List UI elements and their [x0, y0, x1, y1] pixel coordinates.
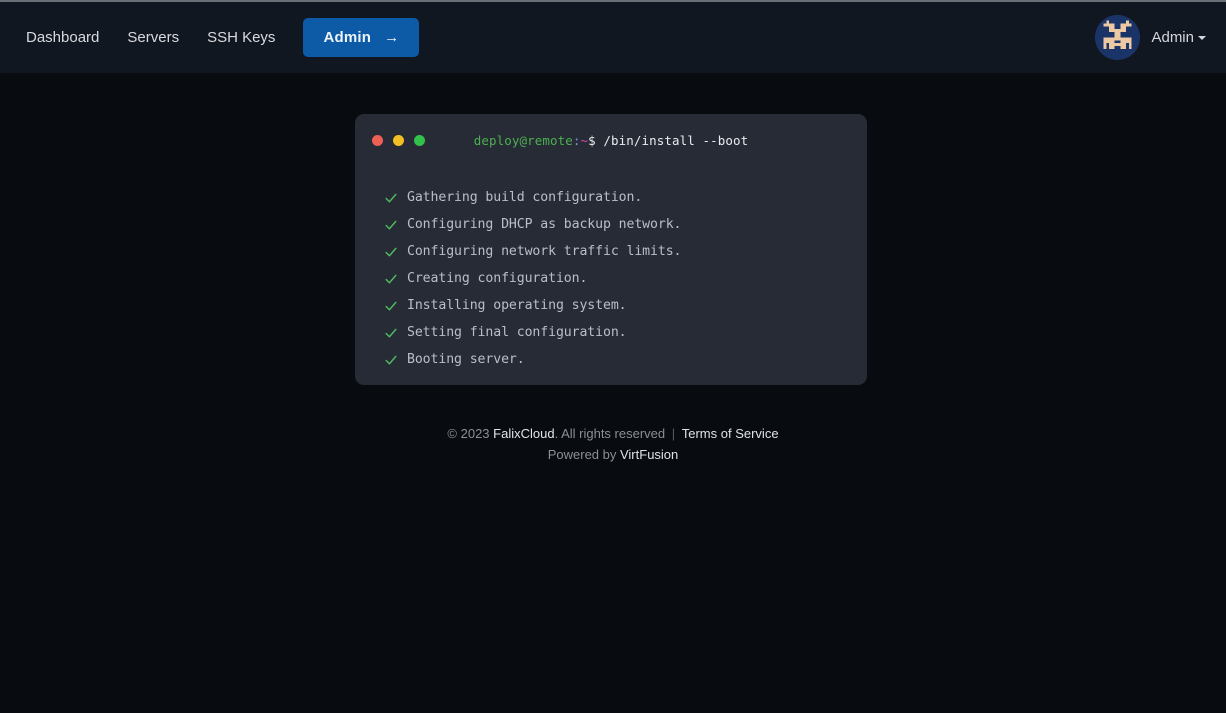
close-dot-icon[interactable] — [372, 134, 383, 146]
check-icon — [385, 247, 397, 257]
prompt-user-host: deploy@remote — [473, 132, 573, 148]
nav-link-servers[interactable]: Servers — [113, 22, 193, 53]
check-icon — [385, 301, 397, 311]
footer-rights-text: . All rights reserved — [554, 426, 669, 441]
check-icon — [385, 220, 397, 230]
terminal-card: deploy@remote: ~ $ /bin/install --boot Gat… — [355, 114, 867, 385]
top-navbar: Dashboard Servers SSH Keys Admin → Admin — [0, 2, 1226, 73]
task-label: Configuring network traffic limits. — [407, 244, 682, 259]
user-menu[interactable]: Admin — [1151, 29, 1206, 46]
footer-brand: FalixCloud — [493, 426, 555, 441]
window-controls — [372, 134, 425, 146]
footer-copyright-prefix: © 2023 — [447, 426, 494, 441]
terminal-titlebar: deploy@remote: ~ $ /bin/install --boot — [355, 114, 867, 166]
user-area: Admin — [1095, 15, 1226, 60]
nav-link-dashboard[interactable]: Dashboard — [12, 22, 113, 53]
virtfusion-link[interactable]: VirtFusion — [620, 447, 678, 462]
check-icon — [385, 274, 397, 284]
task-label: Configuring DHCP as backup network. — [407, 217, 682, 232]
task-item: Creating configuration. — [384, 265, 867, 292]
check-icon — [385, 355, 397, 365]
check-icon — [385, 193, 397, 203]
task-item: Configuring network traffic limits. — [384, 238, 867, 265]
arrow-right-icon: → — [384, 29, 400, 46]
maximize-dot-icon[interactable] — [414, 134, 425, 146]
user-name-label: Admin — [1151, 29, 1194, 46]
task-item: Setting final configuration. — [384, 319, 867, 346]
footer-powered-line: Powered by VirtFusion — [0, 444, 1226, 465]
task-item: Gathering build configuration. — [384, 184, 867, 211]
admin-button-label: Admin — [323, 29, 372, 46]
footer-powered-prefix: Powered by — [547, 447, 620, 462]
admin-button[interactable]: Admin → — [303, 18, 420, 57]
nav-link-ssh-keys[interactable]: SSH Keys — [193, 22, 289, 53]
page-footer: © 2023 FalixCloud. All rights reserved |… — [0, 423, 1226, 465]
primary-nav: Dashboard Servers SSH Keys Admin → — [0, 18, 420, 57]
prompt-path: ~ — [580, 132, 589, 148]
task-item: Booting server. — [384, 346, 867, 373]
prompt-sigil: $ — [588, 132, 596, 148]
task-label: Creating configuration. — [407, 271, 588, 286]
task-label: Gathering build configuration. — [407, 190, 643, 205]
minimize-dot-icon[interactable] — [393, 134, 404, 146]
avatar[interactable] — [1095, 15, 1141, 60]
footer-separator: | — [671, 426, 676, 441]
chevron-down-icon — [1198, 35, 1206, 40]
check-icon — [385, 328, 397, 338]
prompt-command — [596, 133, 604, 148]
prompt-command-text: /bin/install --boot — [603, 132, 749, 148]
prompt-colon: : — [572, 132, 581, 148]
terminal-prompt-line: deploy@remote: ~ $ /bin/install --boot — [355, 114, 867, 166]
task-item: Configuring DHCP as backup network. — [384, 211, 867, 238]
task-label: Booting server. — [407, 352, 525, 367]
footer-copyright-line: © 2023 FalixCloud. All rights reserved |… — [0, 423, 1226, 444]
task-label: Setting final configuration. — [407, 325, 627, 340]
install-task-list: Gathering build configuration. Configuri… — [355, 166, 867, 373]
task-label: Installing operating system. — [407, 298, 627, 313]
terms-of-service-link[interactable]: Terms of Service — [682, 426, 779, 441]
task-item: Installing operating system. — [384, 292, 867, 319]
